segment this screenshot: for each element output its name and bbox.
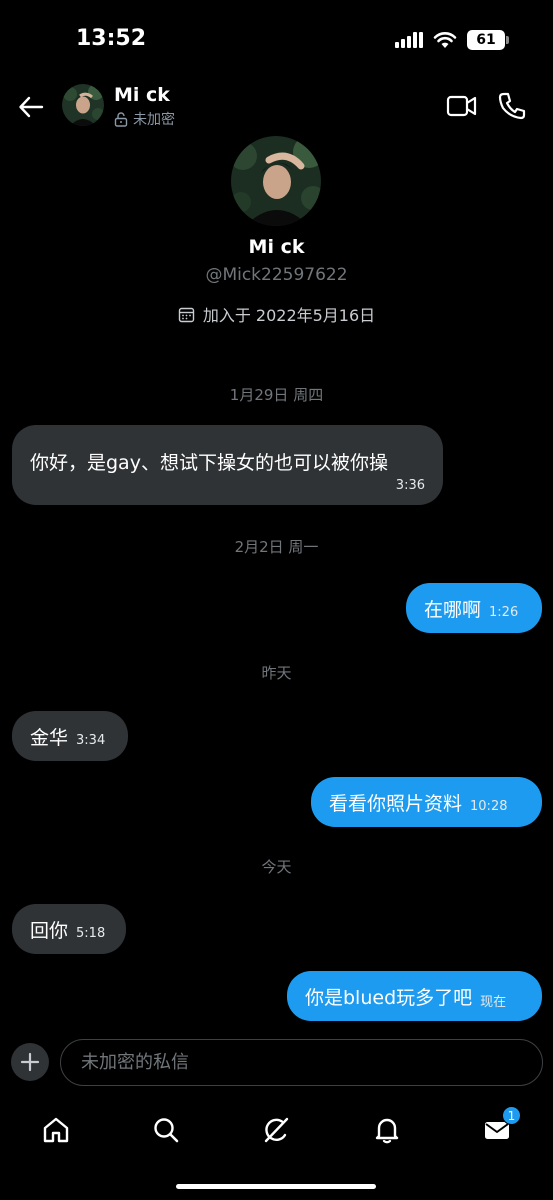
- status-time: 13:52: [76, 26, 147, 51]
- header-name[interactable]: Mi ck: [114, 84, 170, 106]
- message-time: 10:28: [470, 798, 508, 814]
- message-time: 现在: [480, 994, 507, 1010]
- message-text: 你是blued玩多了吧: [305, 986, 473, 1009]
- date-separator: 昨天: [261, 664, 292, 682]
- profile-name: Mi ck: [248, 236, 305, 258]
- message-time: 1:26: [489, 604, 519, 620]
- notifications-icon: [375, 1118, 399, 1144]
- plus-icon: [20, 1052, 40, 1072]
- profile-joined: 加入于 2022年5月16日: [0, 302, 553, 326]
- back-button[interactable]: [14, 90, 48, 124]
- home-indicator: [176, 1184, 376, 1189]
- tab-home[interactable]: [36, 1110, 76, 1150]
- battery-icon: 61: [467, 30, 509, 50]
- message-text: 在哪啊: [424, 598, 482, 621]
- message-text: 你好，是gay、想试下操女的也可以被你操: [30, 452, 388, 474]
- unlock-icon: [114, 111, 128, 127]
- status-bar: 13:52 61: [0, 0, 553, 80]
- header-avatar[interactable]: [62, 84, 104, 126]
- sent-message[interactable]: 在哪啊 1:26: [406, 583, 542, 633]
- message-time: 3:34: [76, 732, 106, 748]
- tab-grok[interactable]: [256, 1110, 296, 1150]
- home-icon: [43, 1117, 69, 1143]
- received-message[interactable]: 回你 5:18: [12, 904, 126, 954]
- video-call-button[interactable]: [446, 92, 478, 120]
- search-icon: [154, 1118, 179, 1143]
- date-separator: 2月2日 周一: [234, 538, 319, 556]
- tab-messages[interactable]: 1: [477, 1106, 521, 1150]
- message-text: 看看你照片资料: [329, 792, 463, 815]
- date-separator: 今天: [261, 858, 292, 876]
- profile-handle[interactable]: @Mick22597622: [0, 265, 553, 285]
- received-message[interactable]: 你好，是gay、想试下操女的也可以被你操 3:36: [12, 425, 443, 505]
- messages-badge: 1: [502, 1106, 521, 1125]
- conversation-header: Mi ck 未加密: [0, 80, 553, 132]
- sent-message[interactable]: 你是blued玩多了吧 现在: [287, 971, 542, 1021]
- profile-avatar[interactable]: [231, 136, 321, 226]
- message-text: 回你: [30, 919, 69, 942]
- tab-search[interactable]: [146, 1110, 186, 1150]
- date-separator: 1月29日 周四: [229, 386, 324, 404]
- received-message[interactable]: 金华 3:34: [12, 711, 128, 761]
- phone-call-button[interactable]: [496, 90, 528, 122]
- profile-joined-label: 加入于 2022年5月16日: [202, 306, 376, 325]
- status-icons: 61: [395, 30, 509, 50]
- message-time: 5:18: [76, 925, 106, 941]
- grok-icon: [264, 1117, 289, 1143]
- cellular-signal-icon: [395, 32, 423, 48]
- phone-call-icon: [498, 92, 526, 120]
- message-time: 3:36: [395, 478, 425, 493]
- video-call-icon: [446, 95, 477, 117]
- message-text: 金华: [30, 726, 69, 749]
- calendar-icon: [178, 307, 195, 322]
- back-arrow-icon: [19, 96, 44, 118]
- wifi-icon: [433, 32, 457, 48]
- encryption-status-label: 未加密: [133, 112, 175, 128]
- tab-notifications[interactable]: [367, 1110, 407, 1150]
- encryption-status: 未加密: [114, 109, 175, 129]
- add-attachment-button[interactable]: [11, 1043, 49, 1081]
- sent-message[interactable]: 看看你照片资料 10:28: [311, 777, 542, 827]
- message-input[interactable]: [60, 1039, 543, 1086]
